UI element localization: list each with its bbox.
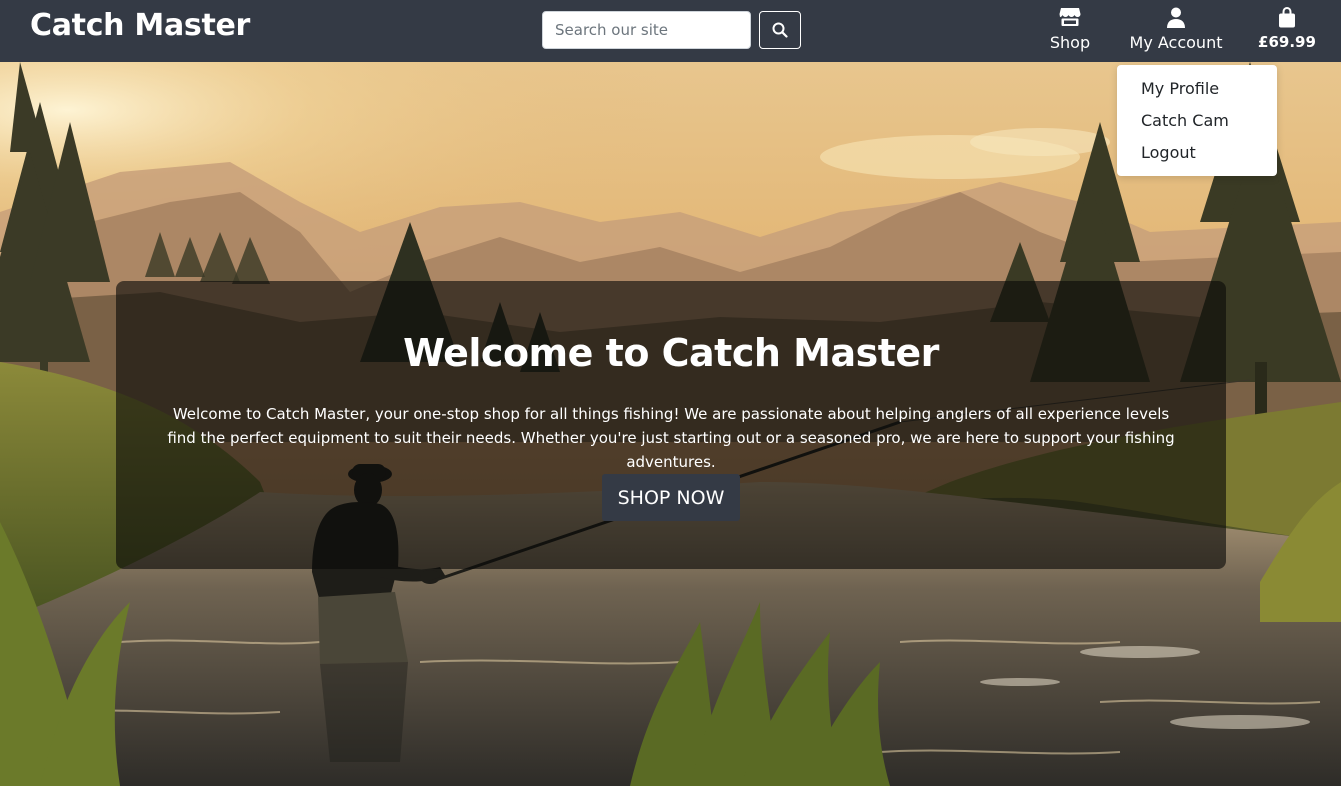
hero-overlay-card: Welcome to Catch Master Welcome to Catch… (116, 281, 1226, 569)
nav-bag-total: £69.99 (1258, 33, 1316, 51)
user-icon (1166, 6, 1186, 28)
search-input[interactable] (542, 11, 751, 49)
nav-shop-label: Shop (1049, 33, 1091, 52)
brand-logo-link[interactable]: Catch Master (30, 8, 250, 43)
shop-now-button[interactable]: SHOP NOW (602, 474, 740, 521)
dropdown-item-logout[interactable]: Logout (1117, 137, 1277, 169)
account-dropdown-menu: My Profile Catch Cam Logout (1117, 65, 1277, 176)
nav-my-account-label: My Account (1129, 33, 1223, 52)
dropdown-item-my-profile[interactable]: My Profile (1117, 73, 1277, 105)
main-navbar: Catch Master Shop My Account (0, 0, 1341, 62)
nav-shop-link[interactable]: Shop (1048, 6, 1092, 56)
nav-my-account-link[interactable]: My Account (1129, 6, 1223, 56)
nav-shopping-bag-link[interactable]: £69.99 (1258, 6, 1316, 56)
shopping-bag-icon (1278, 6, 1296, 28)
dropdown-item-catch-cam[interactable]: Catch Cam (1117, 105, 1277, 137)
hero-title: Welcome to Catch Master (403, 331, 939, 375)
search-icon (772, 22, 788, 38)
shop-icon (1059, 6, 1081, 28)
hero-description: Welcome to Catch Master, your one-stop s… (167, 405, 1175, 471)
search-button[interactable] (759, 11, 801, 49)
